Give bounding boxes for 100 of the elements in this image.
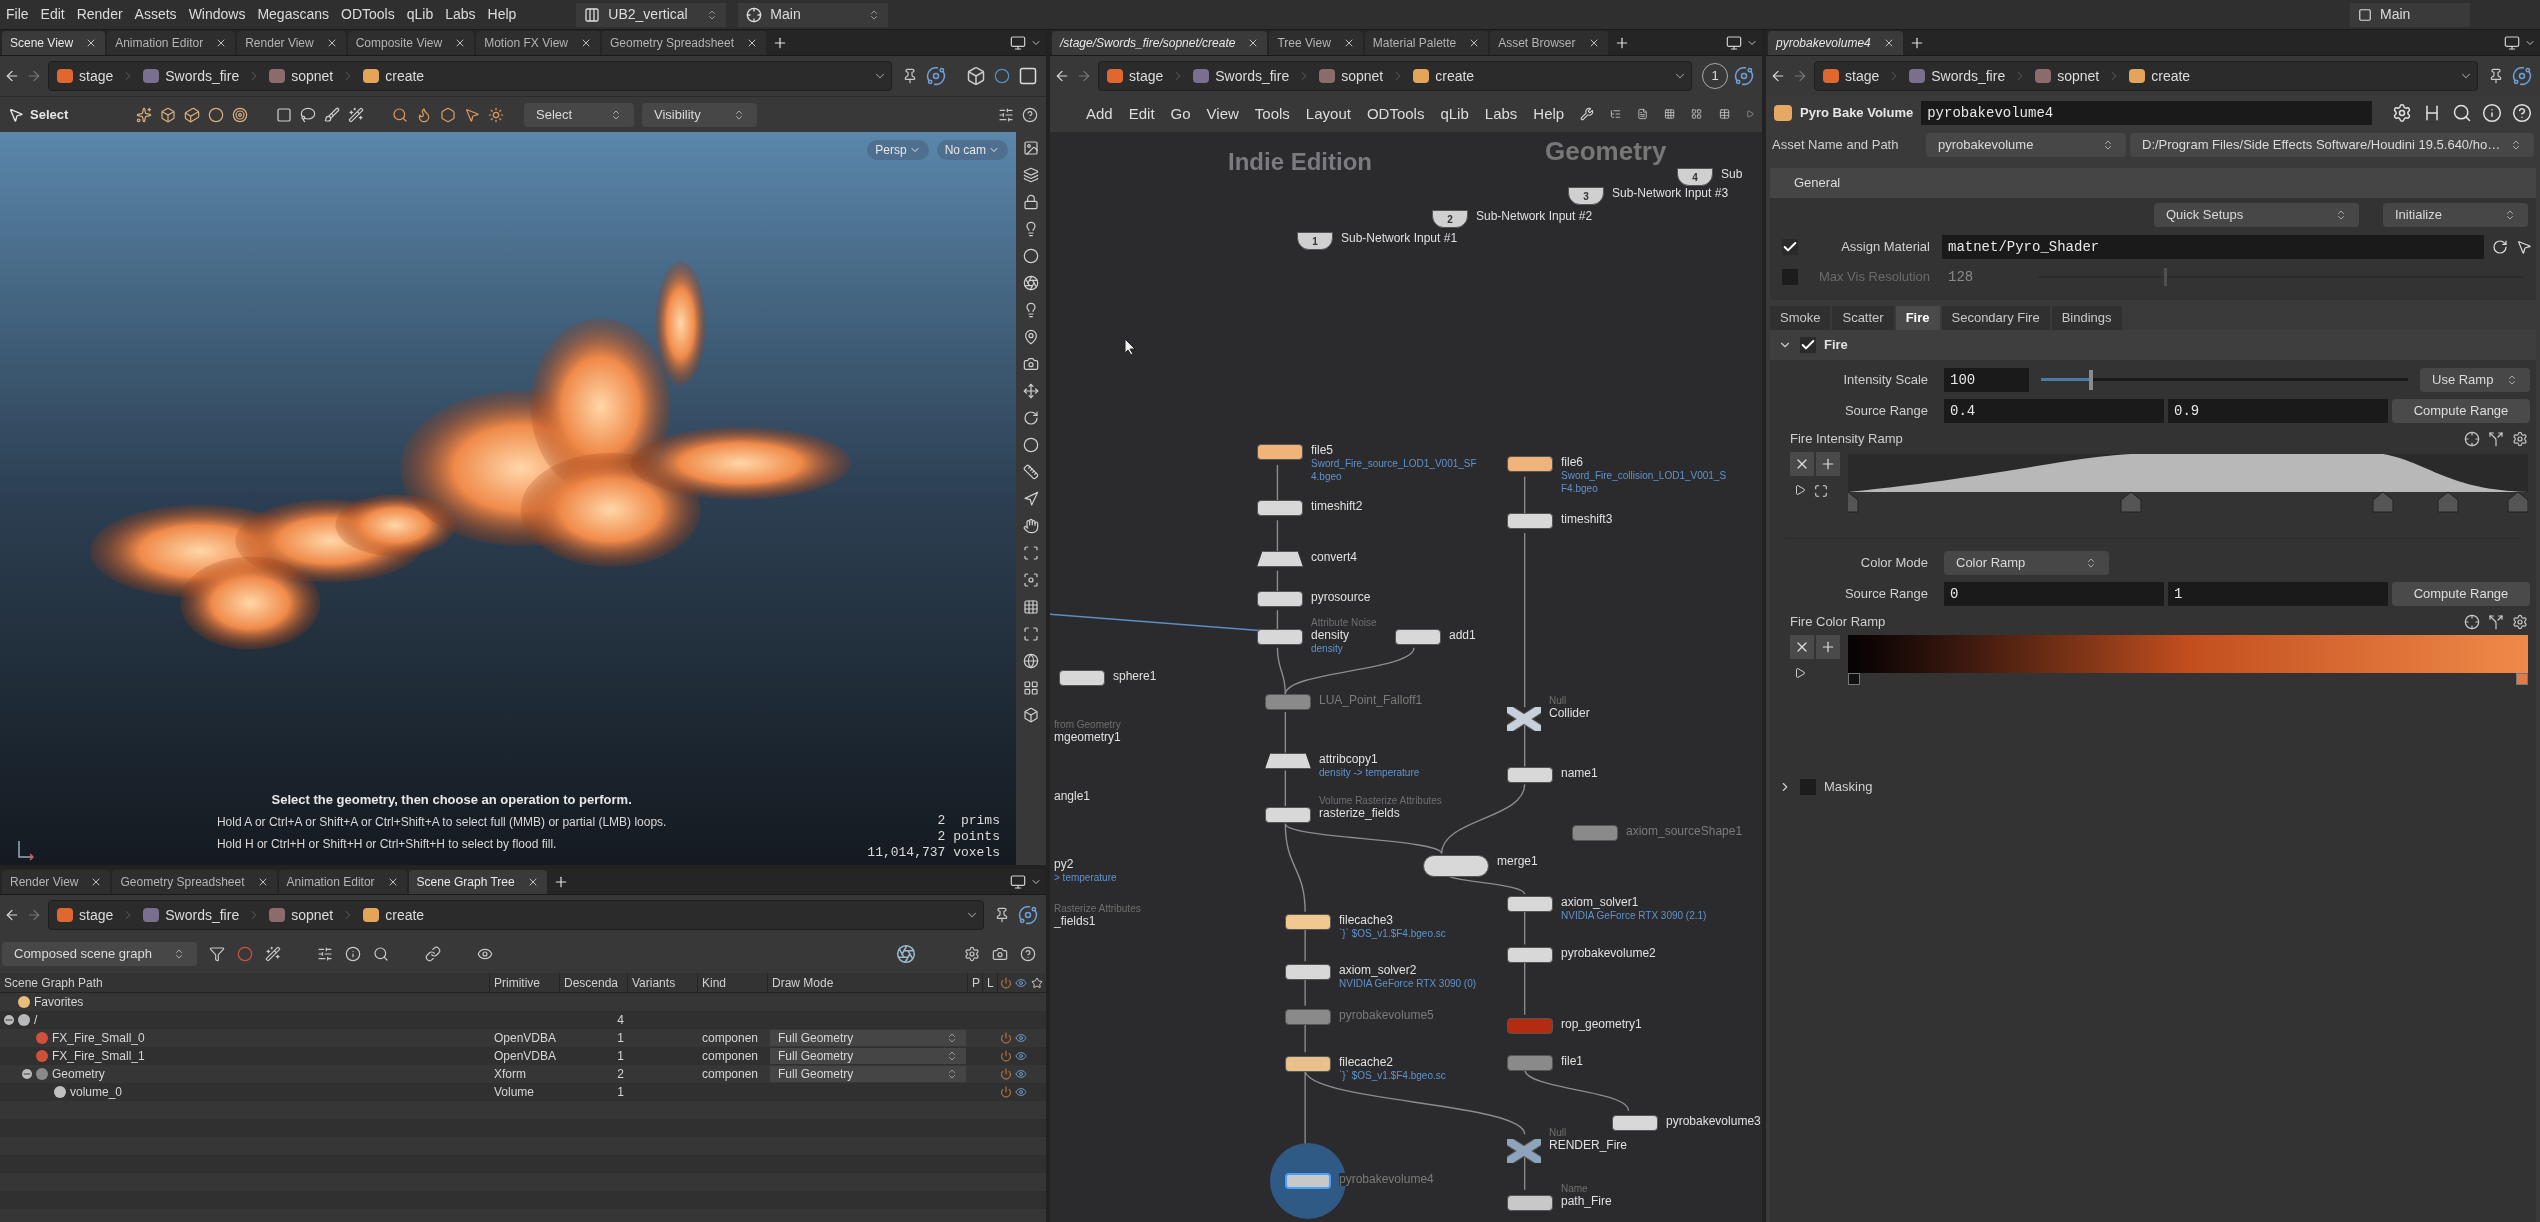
scene-graph-mode-dropdown[interactable]: Composed scene graph bbox=[2, 942, 197, 966]
clipped-node-label[interactable]: py2 > temperature bbox=[1052, 858, 1119, 884]
column-header[interactable]: Descenda bbox=[560, 973, 628, 992]
section-tab[interactable]: Bindings bbox=[2051, 306, 2122, 330]
color-mode-dropdown[interactable]: Color Ramp bbox=[1944, 550, 2109, 575]
value-field[interactable]: matnet/Pyro_Shader bbox=[1942, 235, 2484, 259]
path-crumb[interactable]: stage bbox=[49, 901, 122, 929]
input-node[interactable]: 1 bbox=[1297, 232, 1333, 250]
menu-item[interactable]: View bbox=[1206, 102, 1239, 126]
pane-tab[interactable]: Material Palette bbox=[1364, 31, 1489, 55]
path-crumb[interactable]: sopnet bbox=[1311, 62, 1392, 90]
pane-tab[interactable]: Tree View bbox=[1269, 31, 1363, 55]
node-name[interactable]: axiom_solver1 bbox=[1561, 896, 1639, 909]
menu-item[interactable]: Edit bbox=[40, 4, 65, 25]
pane-tab[interactable]: Render View bbox=[2, 870, 111, 894]
value-field[interactable]: 0.9 bbox=[2168, 398, 2388, 423]
path-bar[interactable]: stage Swords_fire sopnet create bbox=[48, 900, 984, 930]
path-crumb[interactable]: create bbox=[355, 901, 433, 929]
camera-menu-button[interactable]: No cam bbox=[936, 140, 1008, 160]
path-crumb[interactable]: sopnet bbox=[2027, 62, 2108, 90]
path-crumb[interactable]: stage bbox=[1099, 62, 1172, 90]
path-bar[interactable]: stage Swords_fire sopnet create bbox=[48, 61, 892, 91]
menu-item[interactable]: File bbox=[6, 4, 29, 25]
pane-tab[interactable]: Geometry Spreadsheet bbox=[602, 31, 767, 55]
value-field[interactable]: 100 bbox=[1944, 367, 2029, 392]
menu-item[interactable]: Help bbox=[487, 4, 517, 25]
node-name[interactable]: add1 bbox=[1449, 629, 1476, 642]
pane-tab[interactable]: Animation Editor bbox=[107, 31, 236, 55]
path-crumb[interactable]: create bbox=[2121, 62, 2199, 90]
node-name[interactable]: rop_geometry1 bbox=[1561, 1018, 1642, 1031]
node-name[interactable]: _fields1 bbox=[1054, 915, 1096, 928]
select-mode-dropdown[interactable]: Select bbox=[524, 102, 634, 127]
path-crumb[interactable]: sopnet bbox=[261, 62, 342, 90]
compute-range-button[interactable]: Compute Range bbox=[2392, 581, 2530, 606]
draw-mode-dropdown[interactable]: Full Geometry bbox=[770, 1030, 966, 1046]
node-name[interactable]: pyrosource bbox=[1311, 591, 1371, 604]
node-name[interactable]: mgeometry1 bbox=[1054, 731, 1121, 744]
menu-item[interactable]: Megascans bbox=[257, 4, 329, 25]
menu-item[interactable]: Assets bbox=[134, 4, 177, 25]
node-name[interactable]: Collider bbox=[1549, 707, 1590, 720]
path-crumb[interactable]: Swords_fire bbox=[135, 62, 248, 90]
prim-path[interactable]: / bbox=[34, 1011, 38, 1029]
pane-tab[interactable]: Render View bbox=[237, 31, 346, 55]
node-name[interactable]: file1 bbox=[1561, 1055, 1583, 1068]
menu-item[interactable]: Help bbox=[1533, 102, 1565, 126]
pane-tab[interactable]: Composite View bbox=[347, 31, 475, 55]
node-name[interactable]: name1 bbox=[1561, 767, 1598, 780]
pane-tab[interactable]: pyrobakevolume4 bbox=[1768, 31, 1903, 55]
prim-path[interactable]: Favorites bbox=[34, 993, 84, 1011]
menu-item[interactable]: Labs bbox=[445, 4, 476, 25]
node-name[interactable]: angle1 bbox=[1054, 790, 1091, 803]
clipped-node-label[interactable]: Rasterize Attributes _fields1 bbox=[1052, 902, 1143, 928]
section-tab[interactable]: Smoke bbox=[1770, 306, 1831, 330]
path-crumb[interactable]: Swords_fire bbox=[1901, 62, 2014, 90]
draw-mode-dropdown[interactable]: Full Geometry bbox=[770, 1066, 966, 1082]
desktop-selector[interactable]: UB2_vertical bbox=[576, 2, 727, 27]
menu-item[interactable]: Windows bbox=[188, 4, 246, 25]
compute-range-button[interactable]: Compute Range bbox=[2392, 398, 2530, 423]
prim-path[interactable]: volume_0 bbox=[70, 1083, 123, 1101]
node-name[interactable]: timeshift2 bbox=[1311, 500, 1363, 513]
section-tab[interactable]: Fire bbox=[1895, 306, 1940, 330]
visibility-dropdown[interactable]: Visibility bbox=[642, 102, 757, 127]
node-name[interactable]: rasterize_fields bbox=[1319, 807, 1400, 820]
node-name[interactable]: Sub-Network Input #2 bbox=[1476, 210, 1593, 223]
node-name[interactable]: timeshift3 bbox=[1561, 513, 1613, 526]
node-name[interactable]: py2 bbox=[1054, 858, 1074, 871]
path-crumb[interactable]: stage bbox=[1815, 62, 1888, 90]
section-tab[interactable]: Secondary Fire bbox=[1941, 306, 2050, 330]
menu-item[interactable]: Add bbox=[1086, 102, 1113, 126]
pane-tab[interactable]: Geometry Spreadsheet bbox=[112, 870, 277, 894]
pane-tab[interactable]: Animation Editor bbox=[278, 870, 407, 894]
session-selector[interactable]: Main bbox=[2350, 2, 2470, 27]
node-name[interactable]: Sub-Network Input #1 bbox=[1341, 232, 1458, 245]
value-field[interactable]: 1 bbox=[2168, 581, 2388, 606]
node-name[interactable]: convert4 bbox=[1311, 551, 1358, 564]
node-name[interactable]: file5 bbox=[1311, 444, 1333, 457]
draw-mode-dropdown[interactable]: Full Geometry bbox=[770, 1048, 966, 1064]
viewport-selector[interactable]: Main bbox=[738, 2, 889, 27]
column-header[interactable]: Primitive bbox=[490, 973, 560, 992]
path-crumb[interactable]: Swords_fire bbox=[135, 901, 248, 929]
menu-item[interactable]: qLib bbox=[406, 4, 434, 25]
column-header[interactable]: Scene Graph Path bbox=[0, 973, 490, 992]
node-name[interactable]: pyrobakevolume3 bbox=[1666, 1115, 1761, 1128]
path-crumb[interactable]: Swords_fire bbox=[1185, 62, 1298, 90]
column-header[interactable]: Variants bbox=[628, 973, 698, 992]
pane-tab[interactable]: Motion FX View bbox=[476, 31, 600, 55]
use-ramp-dropdown[interactable]: Use Ramp bbox=[2420, 367, 2530, 392]
path-bar[interactable]: stage Swords_fire sopnet create bbox=[1814, 61, 2478, 91]
column-header[interactable]: L bbox=[983, 973, 998, 992]
node-name[interactable]: filecache2 bbox=[1339, 1056, 1394, 1069]
menu-item[interactable]: Go bbox=[1170, 102, 1191, 126]
select-tool-button[interactable]: Select bbox=[8, 104, 128, 125]
menu-item[interactable]: Edit bbox=[1128, 102, 1155, 126]
pane-tab[interactable]: Scene Graph Tree bbox=[408, 870, 547, 894]
prim-path[interactable]: Geometry bbox=[52, 1065, 105, 1083]
node-name[interactable]: RENDER_Fire bbox=[1549, 1139, 1627, 1152]
node-name[interactable]: Sub bbox=[1721, 168, 1743, 181]
node-name-field[interactable]: pyrobakevolume4 bbox=[1921, 101, 2372, 125]
menu-item[interactable]: Layout bbox=[1305, 102, 1351, 126]
section-tab[interactable]: Scatter bbox=[1832, 306, 1894, 330]
